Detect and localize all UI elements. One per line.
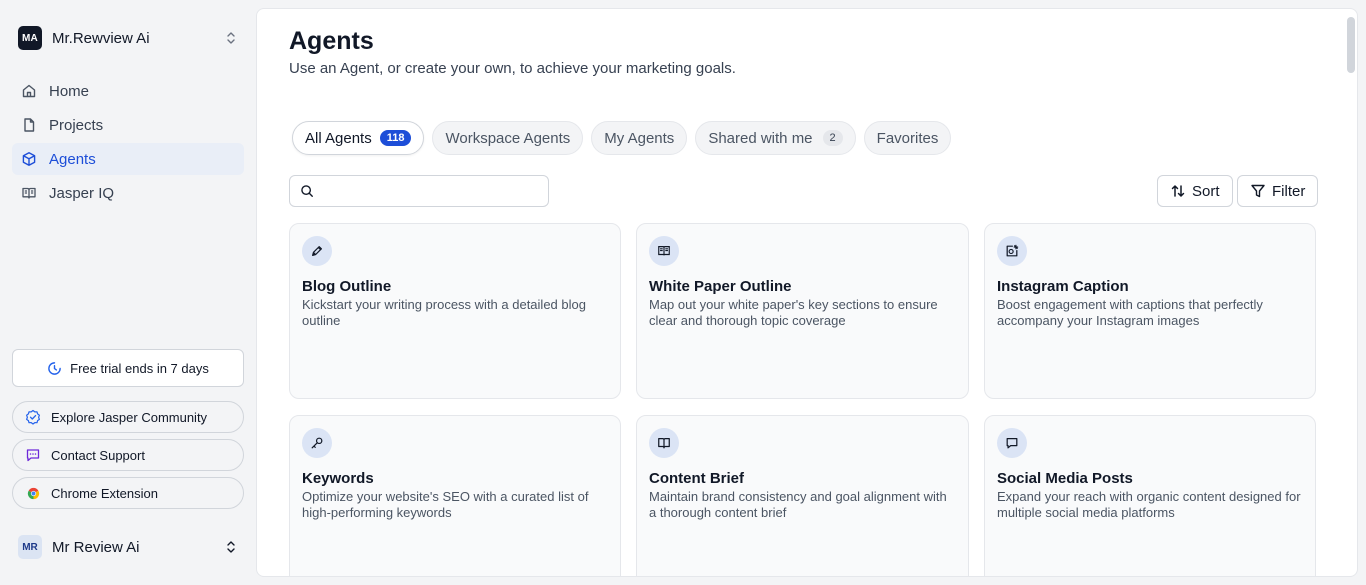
sidebar-item-label: Jasper IQ <box>49 184 115 202</box>
sidebar-item-jasper-iq[interactable]: Jasper IQ <box>12 177 244 209</box>
page-title: Agents <box>289 27 374 55</box>
file-icon <box>21 117 37 133</box>
tab-workspace-agents[interactable]: Workspace Agents <box>432 121 584 155</box>
card-description: Maintain brand consistency and goal alig… <box>649 489 947 520</box>
image-edit-icon <box>997 236 1027 266</box>
sort-icon <box>1170 183 1186 199</box>
book-icon <box>21 185 37 201</box>
message-icon <box>25 447 41 463</box>
badge-check-icon <box>25 409 41 425</box>
agent-card-blog-outline[interactable]: Blog Outline Kickstart your writing proc… <box>289 223 621 399</box>
sidebar-item-label: Agents <box>49 150 96 168</box>
sidebar: MA Mr.Rewview Ai Home Projects Agents Ja… <box>0 0 256 585</box>
tab-label: Shared with me <box>708 129 813 147</box>
chrome-extension-link[interactable]: Chrome Extension <box>12 477 244 509</box>
scrollbar[interactable] <box>1347 17 1355 73</box>
home-icon <box>21 83 37 99</box>
newspaper-icon <box>649 236 679 266</box>
card-description: Optimize your website's SEO with a curat… <box>302 489 589 520</box>
search-icon <box>300 184 314 198</box>
agent-card-keywords[interactable]: Keywords Optimize your website's SEO wit… <box>289 415 621 576</box>
card-title: Social Media Posts <box>997 470 1133 487</box>
trial-label: Free trial ends in 7 days <box>70 360 209 376</box>
explore-community-link[interactable]: Explore Jasper Community <box>12 401 244 433</box>
card-title: Blog Outline <box>302 278 392 295</box>
count-badge: 2 <box>822 130 843 146</box>
sort-label: Sort <box>1192 182 1220 200</box>
search-box[interactable] <box>289 175 549 207</box>
workspace-avatar: MA <box>18 26 42 50</box>
card-description: Boost engagement with captions that perf… <box>997 297 1263 328</box>
contact-support-link[interactable]: Contact Support <box>12 439 244 471</box>
chevron-updown-icon <box>224 30 238 46</box>
card-description: Map out your white paper's key sections … <box>649 297 938 328</box>
card-title: White Paper Outline <box>649 278 792 295</box>
agent-tabs: All Agents 118 Workspace Agents My Agent… <box>292 121 952 155</box>
count-badge: 118 <box>379 130 412 146</box>
main-panel: Agents Use an Agent, or create your own,… <box>256 8 1358 577</box>
sort-button[interactable]: Sort <box>1157 175 1233 207</box>
avatar: MR <box>18 535 42 559</box>
tab-all-agents[interactable]: All Agents 118 <box>292 121 425 155</box>
cube-icon <box>21 151 37 167</box>
tab-label: Workspace Agents <box>445 129 571 147</box>
trial-banner[interactable]: Free trial ends in 7 days <box>12 349 244 387</box>
card-title: Content Brief <box>649 470 744 487</box>
chrome-extension-label: Chrome Extension <box>51 485 158 501</box>
tab-label: Favorites <box>876 129 939 147</box>
pen-icon <box>302 236 332 266</box>
workspace-switcher[interactable]: MA Mr.Rewview Ai <box>12 22 244 54</box>
card-title: Keywords <box>302 470 374 487</box>
chrome-icon <box>25 485 41 501</box>
tab-shared-with-me[interactable]: Shared with me 2 <box>695 121 856 155</box>
sidebar-item-projects[interactable]: Projects <box>12 109 244 141</box>
sidebar-item-label: Projects <box>49 116 104 134</box>
tab-my-agents[interactable]: My Agents <box>591 121 688 155</box>
agent-card-instagram-caption[interactable]: Instagram Caption Boost engagement with … <box>984 223 1316 399</box>
contact-support-label: Contact Support <box>51 447 145 463</box>
agent-card-social-media-posts[interactable]: Social Media Posts Expand your reach wit… <box>984 415 1316 576</box>
chat-bubble-icon <box>997 428 1027 458</box>
agent-grid: Blog Outline Kickstart your writing proc… <box>289 223 1316 576</box>
tab-label: My Agents <box>604 129 675 147</box>
agent-card-content-brief[interactable]: Content Brief Maintain brand consistency… <box>636 415 969 576</box>
key-icon <box>302 428 332 458</box>
card-title: Instagram Caption <box>997 278 1129 295</box>
user-switcher[interactable]: MR Mr Review Ai <box>12 531 244 563</box>
page-subtitle: Use an Agent, or create your own, to ach… <box>289 60 736 77</box>
sidebar-item-label: Home <box>49 82 90 100</box>
chevron-updown-icon <box>224 539 238 555</box>
sidebar-item-home[interactable]: Home <box>12 75 244 107</box>
filter-button[interactable]: Filter <box>1237 175 1319 207</box>
open-book-icon <box>649 428 679 458</box>
filter-label: Filter <box>1272 182 1306 200</box>
user-name: Mr Review Ai <box>52 538 140 556</box>
search-input[interactable] <box>322 183 538 199</box>
agent-card-white-paper-outline[interactable]: White Paper Outline Map out your white p… <box>636 223 969 399</box>
workspace-name: Mr.Rewview Ai <box>52 29 150 47</box>
filter-icon <box>1250 183 1266 199</box>
tab-favorites[interactable]: Favorites <box>863 121 952 155</box>
sidebar-nav: Home Projects Agents Jasper IQ <box>12 75 244 211</box>
card-description: Kickstart your writing process with a de… <box>302 297 586 328</box>
explore-community-label: Explore Jasper Community <box>51 409 208 425</box>
clock-icon <box>47 361 62 376</box>
sidebar-item-agents[interactable]: Agents <box>12 143 244 175</box>
tab-label: All Agents <box>305 129 372 147</box>
card-description: Expand your reach with organic content d… <box>997 489 1301 520</box>
